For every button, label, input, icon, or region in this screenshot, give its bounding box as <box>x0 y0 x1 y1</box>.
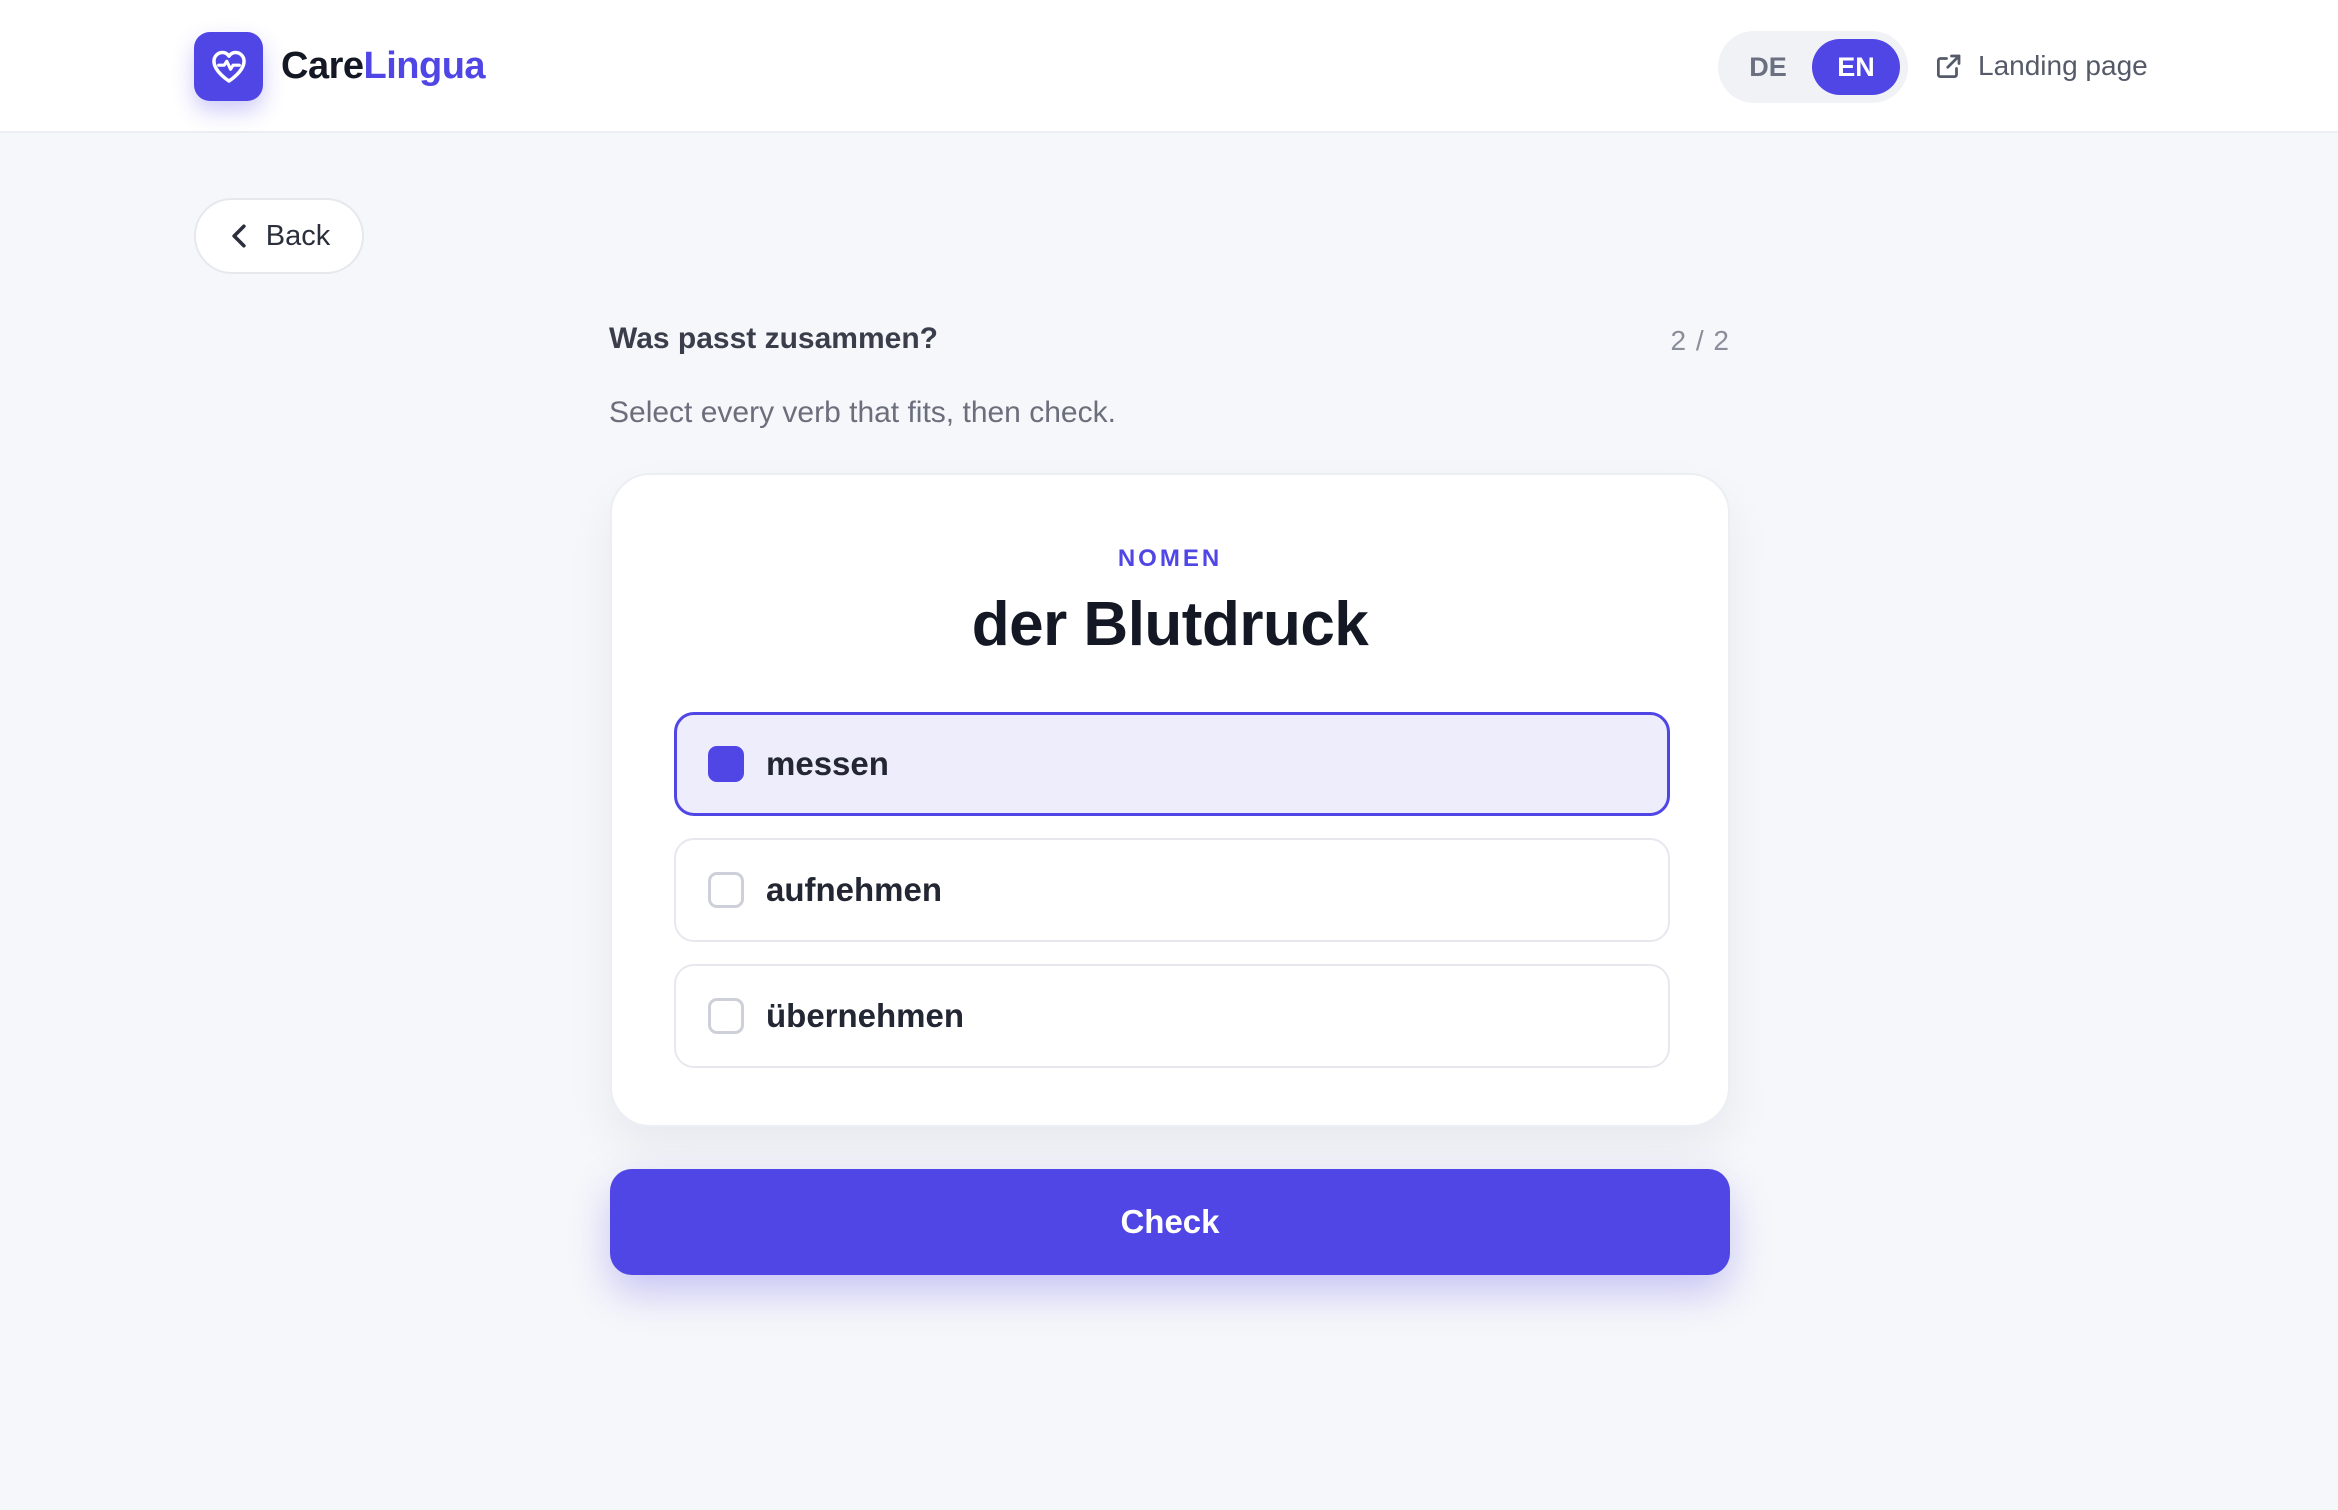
option-label: aufnehmen <box>766 871 943 908</box>
option-checkbox[interactable] <box>708 746 744 782</box>
target-word: der Blutdruck <box>971 590 1369 659</box>
back-label: Back <box>265 219 331 252</box>
external-link-icon <box>1934 51 1964 81</box>
exercise-card: NOMEN der Blutdruck messen aufnehmen übe… <box>610 473 1730 1127</box>
word-type-label: NOMEN <box>1117 545 1223 572</box>
back-button[interactable]: Back <box>194 198 364 274</box>
brand-name: CareLingua <box>281 44 486 88</box>
option-checkbox[interactable] <box>708 872 744 908</box>
landing-page-link[interactable]: Landing page <box>1934 44 2148 88</box>
question-counter: 2 / 2 <box>1670 325 1730 356</box>
check-button[interactable]: Check <box>610 1169 1730 1275</box>
option-checkbox[interactable] <box>708 998 744 1034</box>
option-aufnehmen[interactable]: aufnehmen <box>674 838 1670 942</box>
language-switch: DE EN <box>1718 31 1908 103</box>
brand-logo <box>194 31 263 101</box>
option-label: messen <box>766 745 889 782</box>
lang-button-en[interactable]: EN <box>1812 39 1900 95</box>
heart-pulse-icon <box>210 48 248 84</box>
question-title: Was passt zusammen? <box>609 322 938 355</box>
app-header: CareLingua DE EN Landing page <box>0 0 2338 133</box>
option-messen[interactable]: messen <box>674 712 1670 816</box>
brand-name-part1: Care <box>281 44 364 87</box>
option-label: übernehmen <box>766 997 965 1034</box>
chevron-left-icon <box>228 223 250 249</box>
question-instruction: Select every verb that fits, then check. <box>609 396 1116 429</box>
brand[interactable]: CareLingua <box>194 31 486 101</box>
lang-button-de[interactable]: DE <box>1724 39 1812 95</box>
brand-name-part2: Lingua <box>363 44 486 87</box>
landing-page-label: Landing page <box>1978 50 2148 81</box>
option-uebernehmen[interactable]: übernehmen <box>674 964 1670 1068</box>
